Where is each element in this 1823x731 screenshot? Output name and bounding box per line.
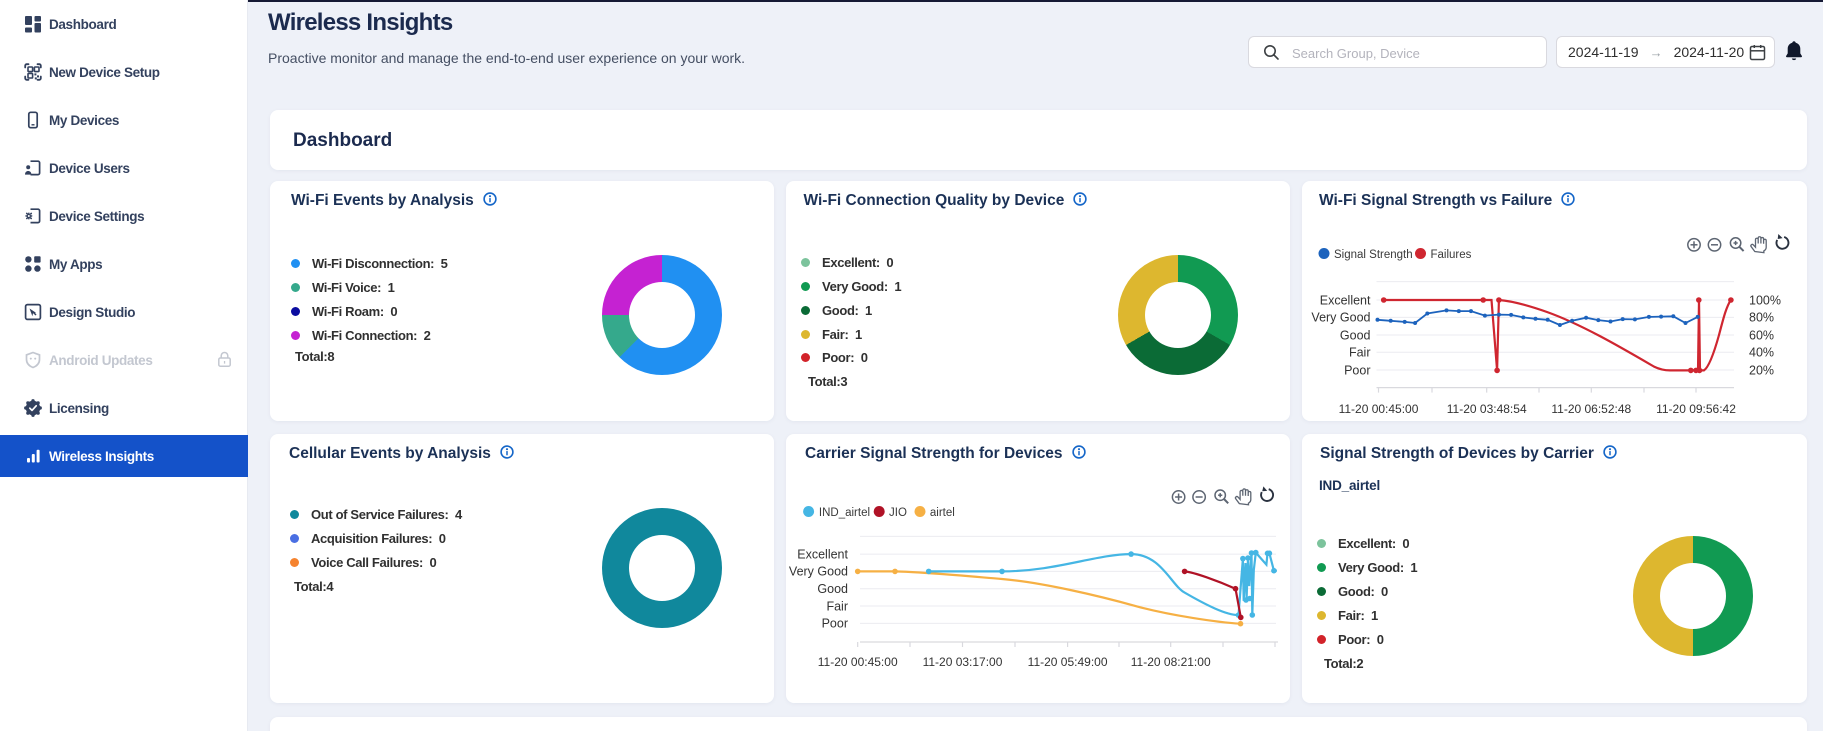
svg-text:Fair: Fair [1349, 346, 1371, 360]
svg-text:Very Good: Very Good [1311, 311, 1370, 325]
svg-text:Very Good: Very Good [789, 565, 848, 579]
svg-text:11-20 00:45:00: 11-20 00:45:00 [1339, 402, 1419, 416]
svg-text:airtel: airtel [930, 507, 955, 519]
svg-text:IND_airtel: IND_airtel [819, 507, 870, 519]
svg-text:11-20 09:56:42: 11-20 09:56:42 [1656, 402, 1736, 416]
svg-text:20%: 20% [1749, 363, 1774, 377]
svg-text:Signal Strength: Signal Strength [1334, 249, 1413, 261]
svg-text:Good: Good [1340, 328, 1371, 342]
svg-text:Poor: Poor [1344, 363, 1370, 377]
svg-text:11-20 03:17:00: 11-20 03:17:00 [923, 655, 1003, 669]
svg-text:Fair: Fair [826, 599, 848, 613]
svg-text:40%: 40% [1749, 346, 1774, 360]
svg-text:100%: 100% [1749, 293, 1781, 307]
svg-text:Excellent: Excellent [1320, 293, 1371, 307]
svg-text:Excellent: Excellent [797, 547, 848, 561]
svg-text:11-20 03:48:54: 11-20 03:48:54 [1447, 402, 1527, 416]
svg-text:Good: Good [817, 582, 848, 596]
svg-text:11-20 08:21:00: 11-20 08:21:00 [1131, 655, 1211, 669]
svg-text:11-20 06:52:48: 11-20 06:52:48 [1551, 402, 1631, 416]
svg-text:11-20 00:45:00: 11-20 00:45:00 [818, 655, 898, 669]
svg-text:80%: 80% [1749, 311, 1774, 325]
svg-text:JIO: JIO [889, 507, 907, 519]
svg-text:60%: 60% [1749, 328, 1774, 342]
svg-text:Poor: Poor [822, 617, 848, 631]
svg-text:Failures: Failures [1431, 249, 1472, 261]
svg-text:11-20 05:49:00: 11-20 05:49:00 [1028, 655, 1108, 669]
